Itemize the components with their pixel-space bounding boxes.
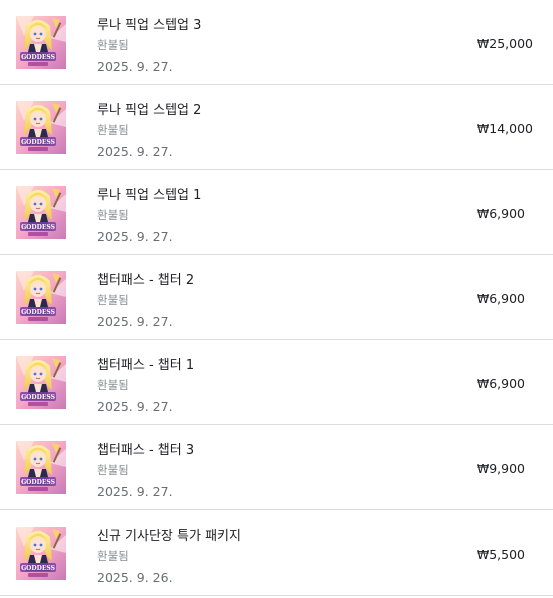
svg-text:GODDESS: GODDESS: [21, 54, 55, 61]
purchase-item[interactable]: GODDESS 신규 기사단장 특가 패키지 환불됨 2025. 9. 26. …: [0, 511, 553, 596]
refund-status: 환불됨: [97, 293, 129, 307]
purchase-history-list: GODDESS 루나 픽업 스텝업 3 환불됨 2025. 9. 27. ₩25…: [0, 0, 553, 598]
svg-text:GODDESS: GODDESS: [21, 139, 55, 146]
svg-text:GODDESS: GODDESS: [21, 394, 55, 401]
game-thumbnail-icon: GODDESS: [16, 16, 66, 69]
purchase-item[interactable]: GODDESS 루나 픽업 스텝업 3 환불됨 2025. 9. 27. ₩25…: [0, 0, 553, 85]
svg-text:GODDESS: GODDESS: [21, 565, 55, 572]
purchase-item[interactable]: GODDESS 루나 픽업 스텝업 2 환불됨 2025. 9. 27. ₩14…: [0, 85, 553, 170]
game-thumbnail-icon: GODDESS: [16, 186, 66, 239]
game-thumbnail-icon: GODDESS: [16, 356, 66, 409]
refund-status: 환불됨: [97, 378, 129, 392]
item-title: 루나 픽업 스텝업 3: [97, 18, 202, 33]
item-price: ₩14,000: [476, 121, 533, 136]
item-title: 챕터패스 - 챕터 2: [97, 273, 195, 288]
purchase-item[interactable]: GODDESS 챕터패스 - 챕터 2 환불됨 2025. 9. 27. ₩6,…: [0, 255, 553, 340]
svg-text:GODDESS: GODDESS: [21, 309, 55, 316]
refund-status: 환불됨: [97, 38, 129, 52]
item-title: 챕터패스 - 챕터 1: [97, 358, 195, 373]
item-price: ₩9,900: [476, 461, 525, 476]
purchase-date: 2025. 9. 27.: [97, 144, 173, 159]
item-title: 챕터패스 - 챕터 3: [97, 443, 195, 458]
row-divider: [0, 509, 553, 510]
item-price: ₩6,900: [476, 376, 525, 391]
svg-text:GODDESS: GODDESS: [21, 224, 55, 231]
purchase-item[interactable]: GODDESS 챕터패스 - 챕터 3 환불됨 2025. 9. 27. ₩9,…: [0, 425, 553, 510]
game-thumbnail-icon: GODDESS: [16, 101, 66, 154]
item-price: ₩25,000: [476, 36, 533, 51]
refund-status: 환불됨: [97, 208, 129, 222]
purchase-item[interactable]: GODDESS 챕터패스 - 챕터 1 환불됨 2025. 9. 27. ₩6,…: [0, 340, 553, 425]
purchase-date: 2025. 9. 27.: [97, 314, 173, 329]
purchase-date: 2025. 9. 27.: [97, 229, 173, 244]
refund-status: 환불됨: [97, 123, 129, 137]
svg-text:GODDESS: GODDESS: [21, 479, 55, 486]
game-thumbnail-icon: GODDESS: [16, 527, 66, 580]
item-price: ₩6,900: [476, 291, 525, 306]
purchase-date: 2025. 9. 27.: [97, 399, 173, 414]
item-price: ₩5,500: [476, 547, 525, 562]
game-thumbnail-icon: GODDESS: [16, 271, 66, 324]
item-price: ₩6,900: [476, 206, 525, 221]
purchase-date: 2025. 9. 26.: [97, 570, 173, 585]
item-title: 루나 픽업 스텝업 2: [97, 103, 202, 118]
row-divider: [0, 595, 553, 596]
refund-status: 환불됨: [97, 549, 129, 563]
item-title: 신규 기사단장 특가 패키지: [97, 529, 241, 544]
refund-status: 환불됨: [97, 463, 129, 477]
purchase-item[interactable]: GODDESS 루나 픽업 스텝업 1 환불됨 2025. 9. 27. ₩6,…: [0, 170, 553, 255]
item-title: 루나 픽업 스텝업 1: [97, 188, 202, 203]
game-thumbnail-icon: GODDESS: [16, 441, 66, 494]
purchase-date: 2025. 9. 27.: [97, 484, 173, 499]
purchase-date: 2025. 9. 27.: [97, 59, 173, 74]
